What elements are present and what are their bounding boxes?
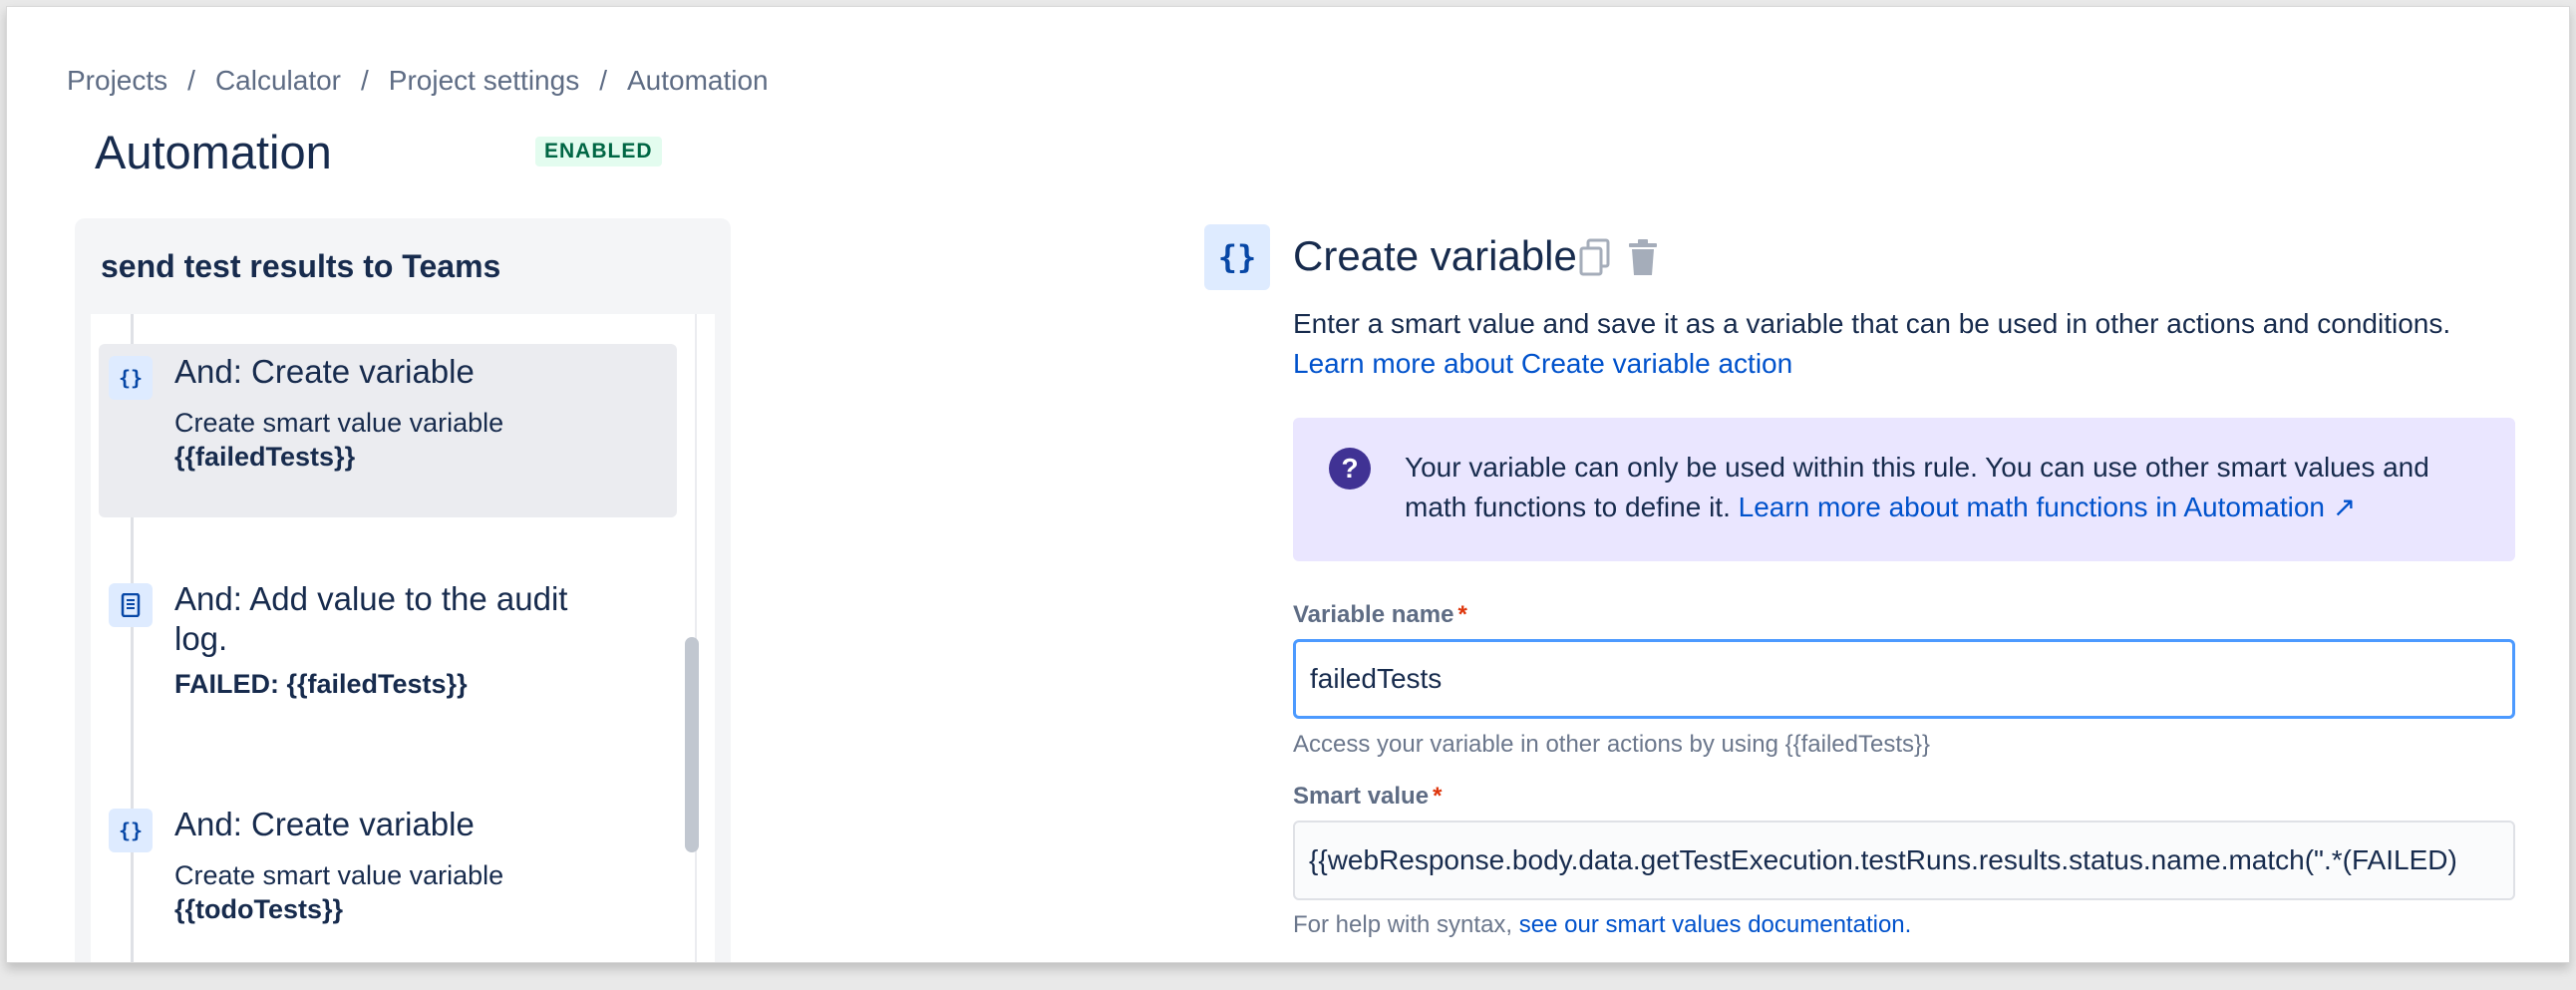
status-badge: ENABLED [535, 137, 662, 166]
audit-log-icon [109, 583, 153, 627]
learn-more-create-variable-link[interactable]: Learn more about Create variable action [1293, 348, 1792, 380]
rule-step-audit-log[interactable]: And: Add value to the audit log. FAILED:… [99, 571, 677, 721]
step-description: FAILED: {{failedTests}} [174, 667, 468, 701]
rule-panel: send test results to Teams {} And: Creat… [75, 218, 731, 962]
question-icon: ? [1329, 448, 1371, 490]
breadcrumb-project-settings[interactable]: Project settings [389, 65, 579, 97]
required-mark: * [1433, 783, 1443, 810]
required-mark: * [1457, 601, 1467, 628]
rule-step-list: {} And: Create variable Create smart val… [91, 314, 715, 962]
smart-value-helper-text: For help with syntax, [1293, 911, 1513, 938]
rule-name[interactable]: send test results to Teams [101, 248, 500, 285]
smart-value-label-text: Smart value [1293, 783, 1430, 810]
trash-icon[interactable] [1626, 238, 1660, 283]
curly-braces-icon: {} [1204, 224, 1270, 290]
variable-name-label-text: Variable name [1293, 601, 1454, 628]
breadcrumb: Projects / Calculator / Project settings… [67, 65, 769, 97]
step-description-text: Create smart value variable [174, 860, 504, 890]
curly-braces-icon: {} [109, 356, 153, 400]
step-description-value: {{failedTests}} [174, 442, 356, 472]
step-description: Create smart value variable {{todoTests}… [174, 858, 503, 926]
smart-value-helper: For help with syntax, see our smart valu… [1293, 911, 1911, 939]
breadcrumb-projects[interactable]: Projects [67, 65, 167, 97]
breadcrumb-automation[interactable]: Automation [627, 65, 769, 97]
copy-icon[interactable] [1578, 238, 1612, 283]
rule-step-create-variable-todo[interactable]: {} And: Create variable Create smart val… [99, 797, 677, 946]
breadcrumb-separator: / [187, 65, 195, 96]
rule-step-create-variable-failed[interactable]: {} And: Create variable Create smart val… [99, 344, 677, 517]
breadcrumb-separator: / [361, 65, 369, 96]
smart-value-value: {{webResponse.body.data.getTestExecution… [1309, 844, 2457, 875]
info-section-message: ? Your variable can only be used within … [1293, 418, 2515, 561]
variable-name-label: Variable name * [1293, 601, 1467, 629]
page-title: Automation [95, 126, 332, 178]
breadcrumb-separator: / [599, 65, 607, 96]
step-heading: And: Add value to the audit log. [174, 580, 568, 657]
variable-name-value: failedTests [1310, 663, 1443, 694]
step-description-value: {{todoTests}} [174, 894, 344, 924]
variable-name-input[interactable]: failedTests [1293, 639, 2515, 719]
variable-name-helper: Access your variable in other actions by… [1293, 731, 1931, 758]
breadcrumb-calculator[interactable]: Calculator [215, 65, 341, 97]
smart-values-docs-link[interactable]: see our smart values documentation. [1519, 911, 1912, 938]
info-message: Your variable can only be used within th… [1405, 448, 2491, 527]
math-functions-link[interactable]: Learn more about math functions in Autom… [1739, 492, 2357, 522]
step-heading: And: Create variable [174, 353, 475, 390]
step-description-text: Create smart value variable [174, 408, 504, 438]
smart-value-input[interactable]: {{webResponse.body.data.getTestExecution… [1293, 821, 2515, 900]
step-heading: And: Create variable [174, 806, 475, 842]
component-description: Enter a smart value and save it as a var… [1293, 308, 2451, 339]
app-window: Projects / Calculator / Project settings… [6, 6, 2570, 963]
step-description-value: FAILED: {{failedTests}} [174, 669, 468, 699]
curly-braces-icon: {} [109, 809, 153, 852]
step-description: Create smart value variable {{failedTest… [174, 406, 503, 474]
component-title: Create variable [1293, 232, 1577, 279]
scrollbar-thumb[interactable] [685, 637, 699, 852]
smart-value-label: Smart value * [1293, 783, 1442, 811]
